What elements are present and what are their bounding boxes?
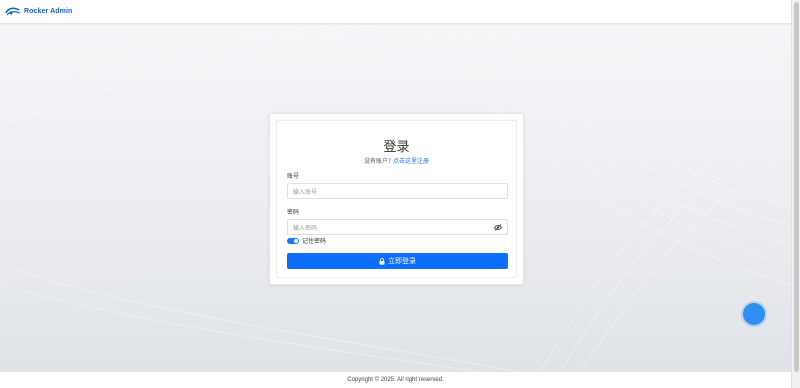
account-input[interactable]: 输入账号 (287, 183, 508, 199)
login-card: 登录 没有账户? 点击这里注册 账号 输入账号 密码 输入密码 记住密码 立即登… (269, 113, 524, 285)
password-input[interactable]: 输入密码 (287, 219, 508, 235)
brand-name: Rocker Admin (24, 8, 73, 15)
register-link[interactable]: 点击这里注册 (393, 158, 429, 165)
login-button[interactable]: 立即登录 (287, 253, 508, 269)
account-placeholder: 输入账号 (293, 188, 318, 196)
footer: Copyright © 2025. All right reserved. (0, 372, 791, 388)
lock-icon (379, 257, 385, 265)
copyright-text: Copyright © 2025. All right reserved. (347, 377, 444, 383)
password-label: 密码 (287, 209, 300, 216)
account-label: 账号 (287, 173, 300, 180)
password-placeholder: 输入密码 (293, 224, 318, 232)
remember-label: 记住密码 (302, 238, 327, 245)
vertical-scrollbar[interactable] (791, 0, 800, 388)
scrollbar-thumb[interactable] (794, 2, 799, 372)
remember-toggle[interactable] (287, 237, 299, 244)
register-prompt: 没有账户? 点击这里注册 (277, 156, 516, 165)
remember-password[interactable]: 记住密码 (287, 236, 326, 245)
brand-logo[interactable]: Rocker Admin (5, 6, 72, 18)
rocker-logo-icon (5, 7, 21, 15)
top-navbar: Rocker Admin (0, 0, 791, 24)
login-button-label: 立即登录 (388, 258, 416, 265)
login-form: 登录 没有账户? 点击这里注册 账号 输入账号 密码 输入密码 记住密码 立即登… (276, 120, 517, 278)
eye-slash-icon[interactable] (494, 224, 502, 231)
toggle-knob (294, 238, 298, 243)
login-title: 登录 (383, 140, 410, 155)
register-prompt-text: 没有账户? (363, 158, 392, 165)
floating-action-button[interactable] (743, 303, 765, 325)
